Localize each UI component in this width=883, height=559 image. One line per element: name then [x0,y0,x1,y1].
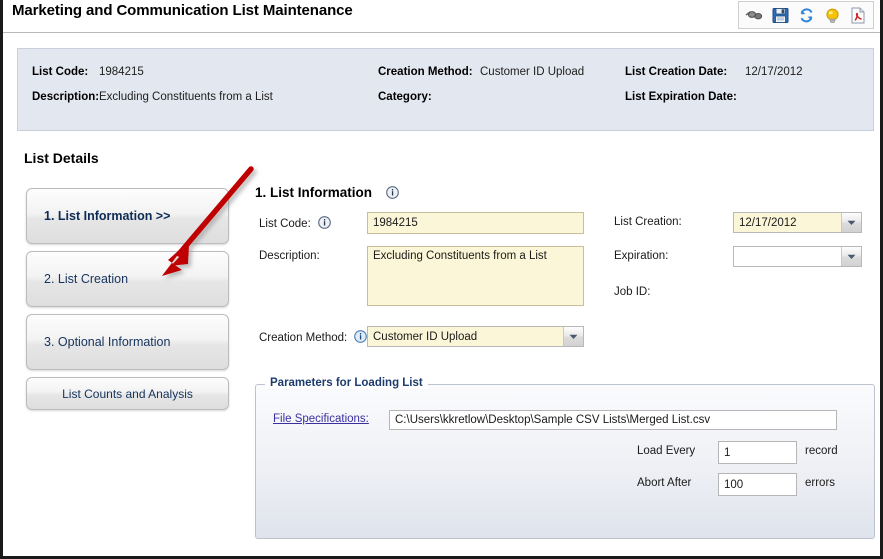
sidebar-item-label: 1. List Information >> [44,209,171,223]
list-details-heading: List Details [24,150,99,166]
parameters-panel-legend: Parameters for Loading List [265,377,428,389]
description-textarea[interactable] [367,246,584,306]
hint-icon[interactable] [819,3,845,27]
sidebar-item-list-creation[interactable]: 2. List Creation [26,251,229,307]
list-creation-label: List Creation: [614,216,682,228]
creation-method-value: Customer ID Upload [373,330,478,343]
summary-creation-date-value: 12/17/2012 [745,66,803,78]
summary-list-code-value: 1984215 [99,66,144,78]
save-icon[interactable] [767,3,793,27]
chevron-down-icon[interactable] [841,247,861,266]
load-every-label: Load Every [637,445,696,457]
summary-creation-method-label: Creation Method: [378,66,473,78]
description-label: Description: [259,250,320,262]
creation-method-dropdown[interactable]: Customer ID Upload [367,326,584,347]
summary-creation-method-value: Customer ID Upload [480,66,585,78]
expiration-label: Expiration: [614,250,669,262]
step-navigation: 1. List Information >> 2. List Creation … [26,188,229,410]
chevron-down-icon[interactable] [563,327,583,346]
abort-after-label: Abort After [637,477,692,489]
expiration-date-value [734,247,841,266]
load-every-input[interactable] [718,441,797,464]
summary-expiration-date-label: List Expiration Date: [625,91,737,103]
sidebar-item-list-counts-and-analysis[interactable]: List Counts and Analysis [26,377,229,410]
creation-method-label: Creation Method: [259,330,368,344]
summary-creation-date-label: List Creation Date: [625,66,728,78]
refresh-icon[interactable] [793,3,819,27]
load-every-unit: record [805,445,838,457]
abort-after-unit: errors [805,477,836,489]
sidebar-item-list-information[interactable]: 1. List Information >> [26,188,229,244]
application-window: Marketing and Communication List Mainten… [0,0,883,559]
summary-category-label: Category: [378,91,432,103]
page-title: Marketing and Communication List Mainten… [12,2,353,19]
sidebar-item-label: 3. Optional Information [44,335,171,349]
list-summary-panel: List Code: 1984215 Description: Excludin… [17,48,874,131]
info-icon[interactable] [354,330,368,343]
sidebar-item-label: 2. List Creation [44,272,129,286]
list-creation-date-value: 12/17/2012 [739,216,797,229]
pdf-report-icon[interactable] [845,3,871,27]
sidebar-item-label: List Counts and Analysis [62,386,193,401]
info-icon[interactable] [318,216,331,229]
view-icon[interactable] [741,3,767,27]
summary-description-value: Excluding Constituents from a List [99,91,273,103]
list-code-label: List Code: [259,216,331,230]
summary-list-code-label: List Code: [32,66,89,78]
title-bar: Marketing and Communication List Mainten… [3,0,880,33]
chevron-down-icon[interactable] [841,213,861,232]
form-section-title-text: 1. List Information [255,185,373,200]
creation-method-label-text: Creation Method: [259,332,348,344]
list-creation-date-dropdown[interactable]: 12/17/2012 [733,212,862,233]
toolbar [738,1,874,29]
file-specifications-link[interactable]: File Specifications: [273,413,369,425]
list-code-label-text: List Code: [259,218,311,230]
info-icon[interactable] [385,186,399,199]
job-id-label: Job ID: [614,286,651,298]
form-section-title: 1. List Information [255,185,399,200]
expiration-date-dropdown[interactable] [733,246,862,267]
list-code-input[interactable] [367,212,584,234]
sidebar-item-optional-information[interactable]: 3. Optional Information [26,314,229,370]
abort-after-input[interactable] [718,473,797,496]
summary-description-label: Description: [32,91,100,103]
file-path-input[interactable] [389,410,837,430]
